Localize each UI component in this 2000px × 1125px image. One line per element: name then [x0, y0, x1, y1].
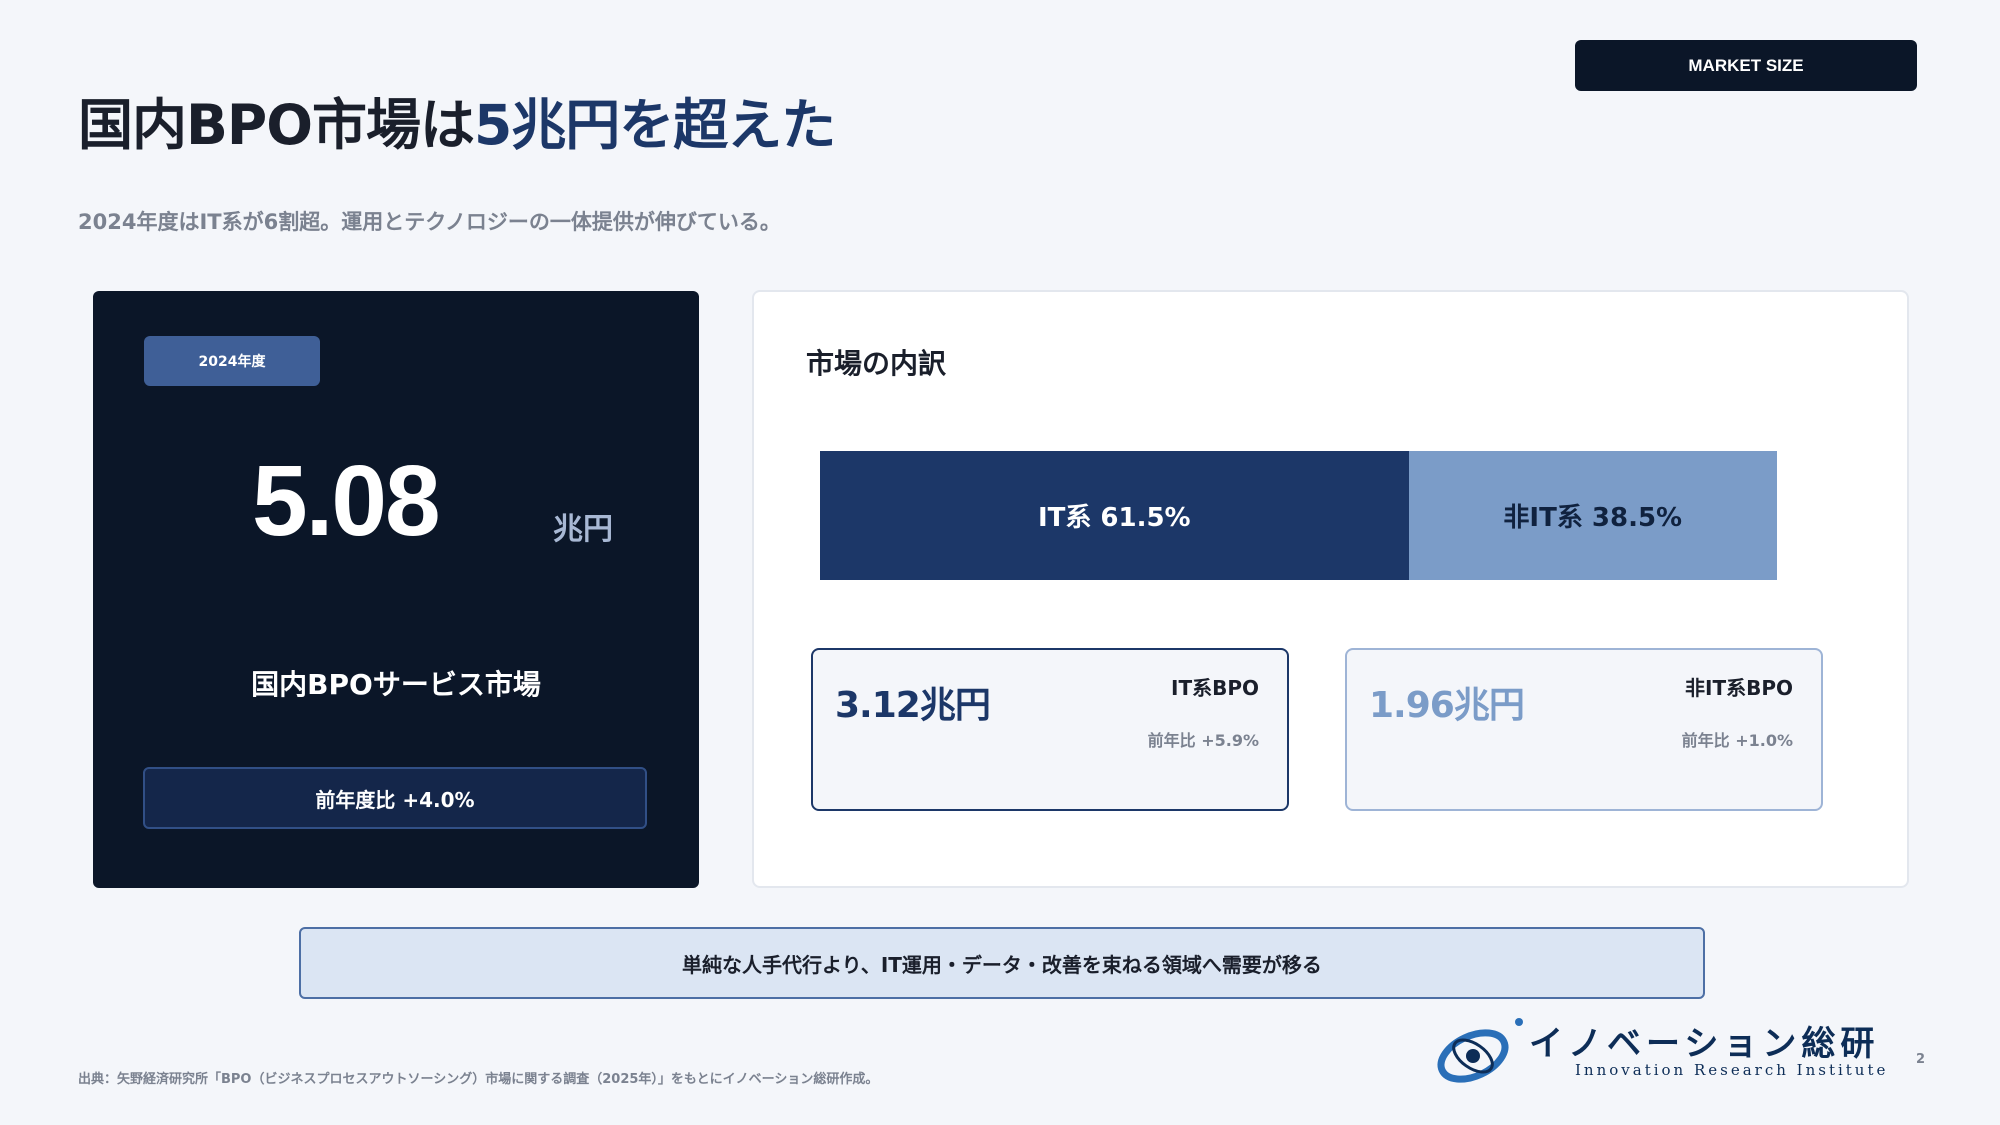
orbit-logo-icon — [1437, 1018, 1523, 1083]
title-highlight: 5兆円を超えた — [474, 93, 836, 157]
market-breakdown-panel: 市場の内訳 IT系 61.5% 非IT系 38.5% 3.12兆円 IT系BPO… — [752, 290, 1909, 888]
title-main: 国内BPO市場は — [78, 93, 475, 157]
page-title: 国内BPO市場は5兆円を超えた — [78, 80, 836, 160]
breakdown-title: 市場の内訳 — [806, 347, 947, 380]
non-it-bpo-value: 1.96兆円 — [1369, 685, 1525, 726]
page-number: 2 — [1916, 1052, 1926, 1067]
logo-english-text: Innovation Research Institute — [1575, 1061, 1889, 1079]
non-it-bpo-yoy: 前年比 +1.0% — [1681, 731, 1793, 750]
it-bpo-yoy: 前年比 +5.9% — [1147, 731, 1259, 750]
market-size-value: 5.08 — [252, 445, 441, 557]
non-it-share-segment: 非IT系 38.5% — [1408, 451, 1777, 580]
market-size-unit: 兆円 — [553, 512, 613, 547]
it-bpo-label: IT系BPO — [1171, 676, 1259, 700]
source-note: 出典：矢野経済研究所「BPO（ビジネスプロセスアウトソーシング）市場に関する調査… — [78, 1072, 879, 1087]
non-it-bpo-label: 非IT系BPO — [1685, 676, 1793, 700]
market-size-tag: MARKET SIZE — [1575, 40, 1917, 91]
non-it-bpo-card: 1.96兆円 非IT系BPO 前年比 +1.0% — [1345, 648, 1823, 811]
market-name: 国内BPOサービス市場 — [251, 668, 541, 701]
year-badge: 2024年度 — [144, 336, 320, 386]
key-message-banner: 単純な人手代行より、IT運用・データ・改善を束ねる領域へ需要が移る — [299, 927, 1705, 999]
it-bpo-value: 3.12兆円 — [835, 685, 991, 726]
company-logo: イノベーション総研 Innovation Research Institute — [1433, 1012, 1893, 1088]
share-bar: IT系 61.5% 非IT系 38.5% — [820, 451, 1777, 580]
yoy-growth-pill: 前年度比 +4.0% — [143, 767, 647, 829]
logo-japanese-text: イノベーション総研 — [1529, 1024, 1880, 1064]
market-summary-card: 2024年度 5.08 兆円 国内BPOサービス市場 前年度比 +4.0% — [93, 291, 699, 888]
page-subtitle: 2024年度はIT系が6割超。運用とテクノロジーの一体提供が伸びている。 — [78, 210, 781, 234]
it-share-segment: IT系 61.5% — [820, 451, 1409, 580]
it-bpo-card: 3.12兆円 IT系BPO 前年比 +5.9% — [811, 648, 1289, 811]
